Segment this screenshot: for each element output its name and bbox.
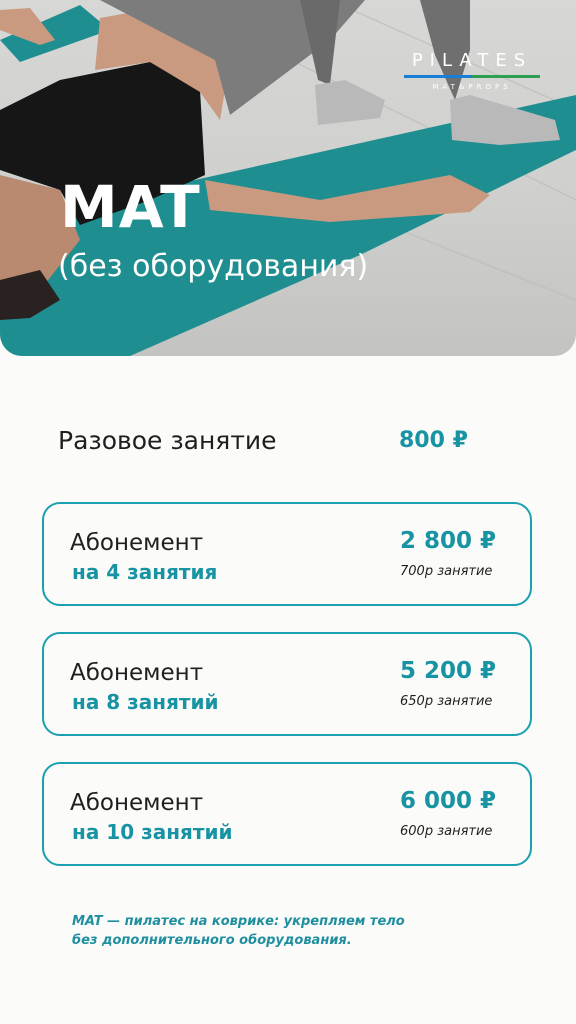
single-session-label: Разовое занятие — [58, 426, 277, 455]
footnote-line-1: MAT — пилатес на коврике: укрепляем тело — [72, 914, 405, 929]
logo-underline — [404, 75, 540, 78]
card-subtitle: на 10 занятий — [72, 820, 233, 844]
card-price: 6 000 ₽ — [400, 788, 497, 814]
single-session-price: 800 ₽ — [399, 428, 468, 453]
logo-wordmark: PILATES — [411, 50, 533, 71]
footnote: MAT — пилатес на коврике: укрепляем тело… — [72, 912, 432, 950]
page-subtitle: (без оборудования) — [58, 249, 369, 284]
card-subtitle: на 4 занятия — [72, 560, 218, 584]
card-subtitle: на 8 занятий — [72, 690, 219, 714]
card-per-session: 600р занятие — [400, 824, 493, 839]
card-title: Абонемент — [70, 790, 204, 816]
subscription-card-10: Абонемент на 10 занятий 6 000 ₽ 600р зан… — [42, 762, 532, 866]
card-per-session: 700р занятие — [400, 564, 493, 579]
page-title: MAT — [60, 173, 201, 241]
subscription-card-4: Абонемент на 4 занятия 2 800 ₽ 700р заня… — [42, 502, 532, 606]
card-price: 2 800 ₽ — [400, 528, 497, 554]
card-title: Абонемент — [70, 660, 204, 686]
hero-banner: PILATES MAT&PROPS MAT (без оборудования) — [0, 0, 576, 356]
brand-logo: PILATES MAT&PROPS — [404, 52, 540, 91]
card-title: Абонемент — [70, 530, 204, 556]
card-price: 5 200 ₽ — [400, 658, 497, 684]
footnote-line-2: без дополнительного оборудования. — [72, 933, 352, 948]
logo-tagline: MAT&PROPS — [432, 83, 512, 91]
subscription-card-8: Абонемент на 8 занятий 5 200 ₽ 650р заня… — [42, 632, 532, 736]
card-per-session: 650р занятие — [400, 694, 493, 709]
